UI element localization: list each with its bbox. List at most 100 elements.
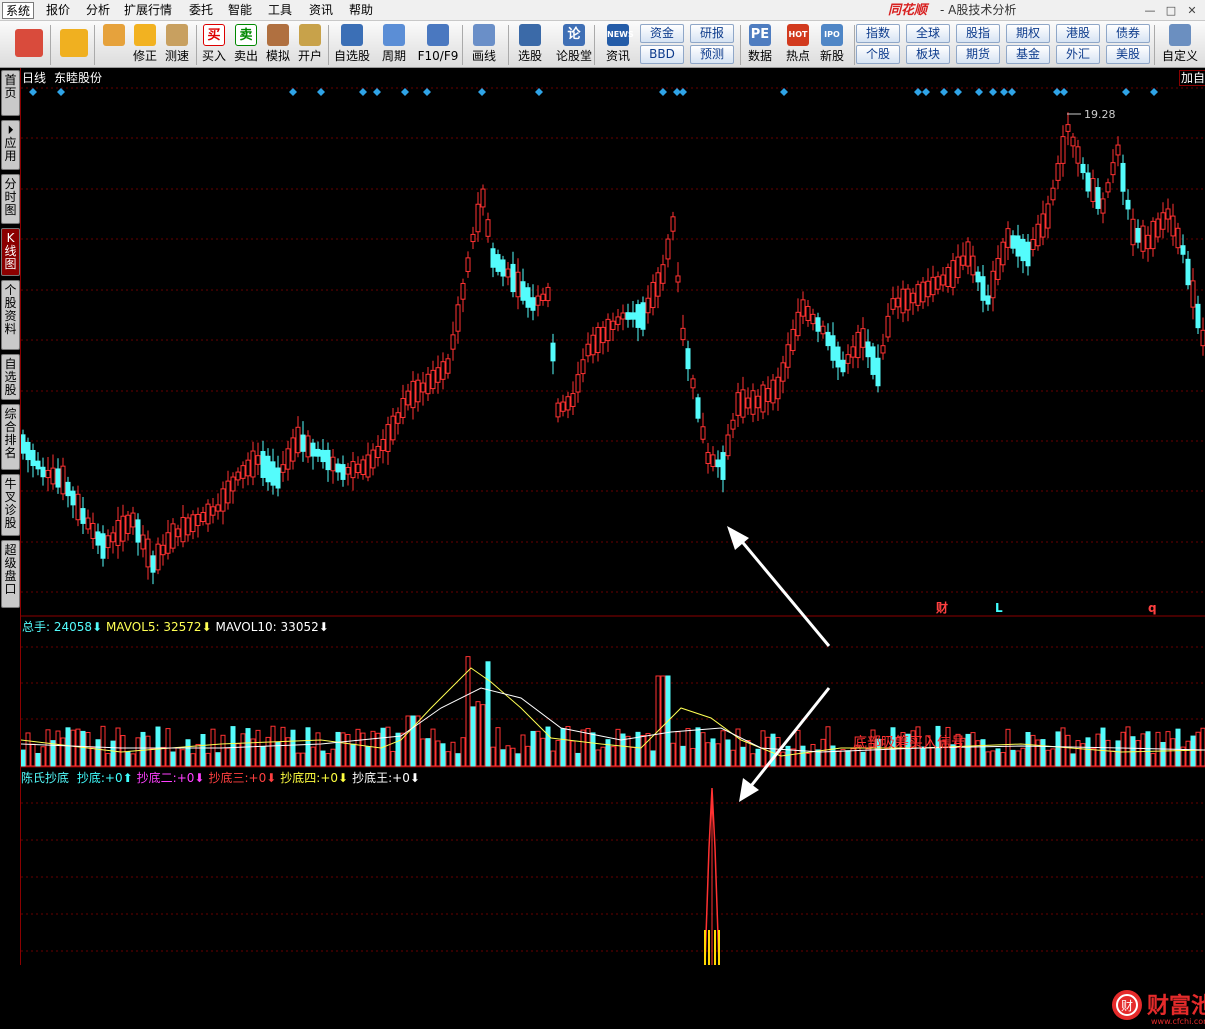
volume-bar bbox=[230, 726, 236, 767]
candle-body bbox=[750, 390, 756, 415]
volume-bar bbox=[70, 729, 76, 767]
sidebar-tab-5[interactable]: 自选股 bbox=[1, 354, 20, 400]
mavol5-label: MAVOL5: bbox=[105, 620, 160, 634]
quick-market-button[interactable]: 期货 bbox=[956, 45, 1000, 64]
volume-bar bbox=[450, 741, 456, 767]
toolbar-button-2[interactable] bbox=[100, 23, 128, 67]
close-icon[interactable]: ✕ bbox=[1184, 4, 1200, 17]
stock-name: 东睦股份 bbox=[54, 71, 103, 85]
menu-item-3[interactable]: 扩展行情 bbox=[121, 2, 175, 19]
toolbar-button-19[interactable]: 自定义 bbox=[1158, 23, 1202, 67]
menu-item-4[interactable]: 委托 bbox=[186, 2, 216, 19]
candle-body bbox=[660, 264, 666, 284]
toolbar-button-3[interactable]: 修正 bbox=[130, 23, 160, 67]
toolbar-small-button[interactable]: 预测 bbox=[690, 45, 734, 64]
toolbar-button-17[interactable]: HOT 热点 bbox=[780, 23, 816, 67]
quick-market-button[interactable]: 美股 bbox=[1106, 45, 1150, 64]
volume-bar bbox=[740, 746, 746, 767]
maximize-icon[interactable]: □ bbox=[1163, 4, 1179, 17]
sidebar-tab-1[interactable]: ⏵ 应用 bbox=[1, 120, 20, 170]
toolbar-button-16[interactable]: PE 数据 bbox=[744, 23, 776, 67]
sidebar-tab-3[interactable]: K线图 bbox=[1, 228, 20, 276]
candle-body bbox=[315, 448, 321, 457]
volume-bar bbox=[340, 732, 346, 767]
menu-item-6[interactable]: 工具 bbox=[265, 2, 295, 19]
toolbar-small-button[interactable]: 资金 bbox=[640, 24, 684, 43]
candle-body bbox=[1005, 228, 1011, 248]
toolbar-button-1[interactable] bbox=[58, 23, 90, 67]
toolbar-small-button[interactable]: 研报 bbox=[690, 24, 734, 43]
sidebar-tab-label: 分时图 bbox=[4, 177, 17, 217]
add-to-watchlist-button[interactable]: 加自 bbox=[1179, 70, 1205, 86]
candle-body bbox=[485, 219, 491, 237]
sidebar-tab-6[interactable]: 综合排名 bbox=[1, 404, 20, 470]
quick-market-button[interactable]: 期权 bbox=[1006, 24, 1050, 43]
candle-body bbox=[35, 460, 41, 470]
toolbar-small-button[interactable]: BBD bbox=[640, 45, 684, 64]
toolbar-button-5[interactable]: 买买入 bbox=[200, 23, 228, 67]
volume-bar bbox=[225, 747, 231, 767]
candle-body bbox=[310, 442, 316, 457]
toolbar-button-6[interactable]: 卖卖出 bbox=[232, 23, 260, 67]
toolbar-button-0[interactable] bbox=[12, 23, 46, 67]
candle-body bbox=[950, 260, 956, 288]
candle-body bbox=[1030, 238, 1036, 251]
sidebar-tab-2[interactable]: 分时图 bbox=[1, 174, 20, 224]
quick-market-button[interactable]: 全球 bbox=[906, 24, 950, 43]
toolbar-button-11[interactable]: F10/F9 bbox=[416, 23, 460, 67]
kline-chart-area[interactable]: 19.28 财 Lq 日线 东睦股份 加自 总手: 24058⬇ MAVOL5: 3… bbox=[20, 68, 1205, 1026]
menu-item-0[interactable]: 系统 bbox=[2, 2, 35, 19]
toolbar-button-10[interactable]: 周期 bbox=[376, 23, 412, 67]
quick-market-button[interactable]: 板块 bbox=[906, 45, 950, 64]
candle-body bbox=[520, 281, 526, 301]
mavol5-value: 32572 bbox=[163, 620, 202, 634]
toolbar-button-12[interactable]: 画线 bbox=[466, 23, 502, 67]
candle-body bbox=[405, 390, 411, 406]
volume-bar bbox=[170, 751, 176, 767]
toolbar-button-7[interactable]: 模拟 bbox=[262, 23, 294, 67]
menu-item-5[interactable]: 智能 bbox=[225, 2, 255, 19]
indicator-label: 抄底三: bbox=[208, 771, 249, 785]
candle-body bbox=[345, 466, 351, 475]
sidebar-tab-0[interactable]: 首页 bbox=[1, 70, 20, 116]
signal-diamond-icon bbox=[1150, 88, 1158, 96]
volume-bar bbox=[140, 731, 146, 767]
minimize-icon[interactable]: — bbox=[1142, 4, 1158, 17]
volume-bar bbox=[1135, 740, 1141, 767]
quick-market-button[interactable]: 港股 bbox=[1056, 24, 1100, 43]
quick-market-button[interactable]: 个股 bbox=[856, 45, 900, 64]
windows-logo-icon bbox=[15, 29, 43, 57]
volume-header: 总手: 24058⬇ MAVOL5: 32572⬇ MAVOL10: 33052… bbox=[22, 620, 329, 634]
sidebar-tab-4[interactable]: 个股资料 bbox=[1, 280, 20, 350]
signal-diamond-icon bbox=[1000, 88, 1008, 96]
back-arrow-icon bbox=[60, 29, 88, 57]
candle-body bbox=[710, 454, 716, 467]
menu-item-8[interactable]: 帮助 bbox=[346, 2, 376, 19]
sidebar-tab-7[interactable]: 牛叉诊股 bbox=[1, 474, 20, 536]
menu-item-7[interactable]: 资讯 bbox=[306, 2, 336, 19]
volume-bar bbox=[510, 747, 516, 767]
toolbar-button-4[interactable]: 测速 bbox=[162, 23, 192, 67]
toolbar-button-9[interactable]: 自选股 bbox=[332, 23, 372, 67]
quick-market-button[interactable]: 基金 bbox=[1006, 45, 1050, 64]
toolbar-button-8[interactable]: 开户 bbox=[294, 23, 326, 67]
candle-body bbox=[75, 493, 81, 521]
toolbar-button-14[interactable]: 论论股堂 bbox=[554, 23, 594, 67]
sidebar-tab-8[interactable]: 超级盘口 bbox=[1, 540, 20, 608]
candle-body bbox=[595, 326, 601, 354]
quick-market-button[interactable]: 指数 bbox=[856, 24, 900, 43]
menu-item-1[interactable]: 报价 bbox=[43, 2, 73, 19]
chart-canvas[interactable]: 19.28 财 Lq bbox=[20, 68, 1205, 966]
quick-market-button[interactable]: 股指 bbox=[956, 24, 1000, 43]
toolbar-button-18[interactable]: IPO 新股 bbox=[816, 23, 848, 67]
quick-market-button[interactable]: 债券 bbox=[1106, 24, 1150, 43]
candle-body bbox=[25, 441, 31, 461]
candle-body bbox=[625, 312, 631, 320]
volume-bar bbox=[315, 732, 321, 767]
toolbar-button-13[interactable]: 选股 bbox=[512, 23, 548, 67]
menu-item-2[interactable]: 分析 bbox=[83, 2, 113, 19]
quick-market-button[interactable]: 外汇 bbox=[1056, 45, 1100, 64]
toolbar-button-15[interactable]: NEWS 资讯 bbox=[598, 23, 638, 67]
volume-bar bbox=[135, 737, 141, 767]
signal-diamond-icon bbox=[317, 88, 325, 96]
